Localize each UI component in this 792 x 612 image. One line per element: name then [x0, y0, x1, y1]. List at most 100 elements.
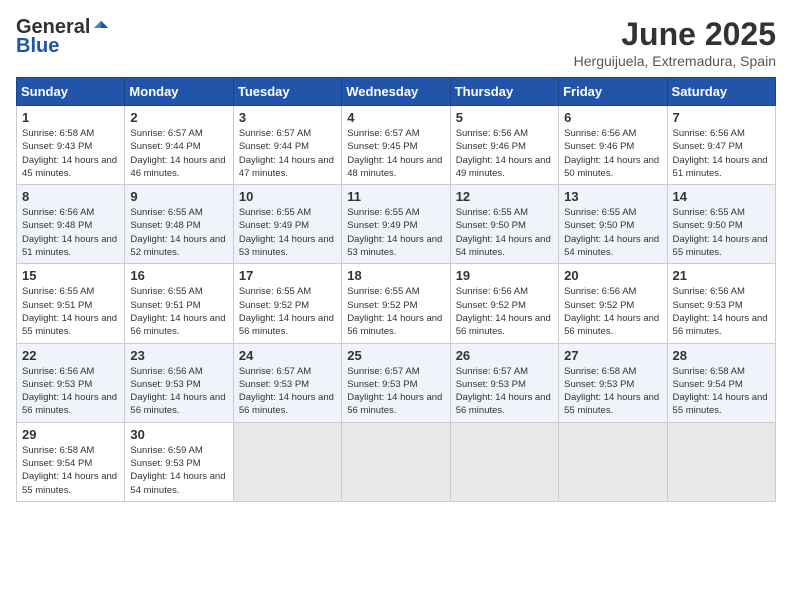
day-info: Sunrise: 6:57 AMSunset: 9:44 PMDaylight:…: [239, 127, 336, 180]
day-number: 15: [22, 268, 119, 283]
day-info: Sunrise: 6:56 AMSunset: 9:48 PMDaylight:…: [22, 206, 119, 259]
calendar-cell: 4 Sunrise: 6:57 AMSunset: 9:45 PMDayligh…: [342, 106, 450, 185]
calendar-cell: 15 Sunrise: 6:55 AMSunset: 9:51 PMDaylig…: [17, 264, 125, 343]
calendar-cell: [559, 422, 667, 501]
calendar-cell: 9 Sunrise: 6:55 AMSunset: 9:48 PMDayligh…: [125, 185, 233, 264]
day-info: Sunrise: 6:58 AMSunset: 9:43 PMDaylight:…: [22, 127, 119, 180]
day-number: 18: [347, 268, 444, 283]
calendar-day-header: Saturday: [667, 78, 775, 106]
day-number: 13: [564, 189, 661, 204]
day-info: Sunrise: 6:56 AMSunset: 9:52 PMDaylight:…: [564, 285, 661, 338]
calendar: SundayMondayTuesdayWednesdayThursdayFrid…: [16, 77, 776, 502]
day-number: 25: [347, 348, 444, 363]
day-number: 26: [456, 348, 553, 363]
calendar-week-row: 8 Sunrise: 6:56 AMSunset: 9:48 PMDayligh…: [17, 185, 776, 264]
day-info: Sunrise: 6:55 AMSunset: 9:50 PMDaylight:…: [564, 206, 661, 259]
day-number: 28: [673, 348, 770, 363]
day-info: Sunrise: 6:55 AMSunset: 9:50 PMDaylight:…: [456, 206, 553, 259]
calendar-cell: 25 Sunrise: 6:57 AMSunset: 9:53 PMDaylig…: [342, 343, 450, 422]
calendar-cell: 23 Sunrise: 6:56 AMSunset: 9:53 PMDaylig…: [125, 343, 233, 422]
day-number: 27: [564, 348, 661, 363]
calendar-cell: [450, 422, 558, 501]
day-number: 1: [22, 110, 119, 125]
day-number: 20: [564, 268, 661, 283]
day-info: Sunrise: 6:56 AMSunset: 9:46 PMDaylight:…: [564, 127, 661, 180]
day-number: 5: [456, 110, 553, 125]
page-header: General Blue June 2025 Herguijuela, Extr…: [16, 16, 776, 69]
calendar-cell: 12 Sunrise: 6:55 AMSunset: 9:50 PMDaylig…: [450, 185, 558, 264]
day-number: 22: [22, 348, 119, 363]
day-number: 7: [673, 110, 770, 125]
calendar-cell: 1 Sunrise: 6:58 AMSunset: 9:43 PMDayligh…: [17, 106, 125, 185]
calendar-cell: [667, 422, 775, 501]
calendar-cell: 10 Sunrise: 6:55 AMSunset: 9:49 PMDaylig…: [233, 185, 341, 264]
logo-blue: Blue: [16, 35, 59, 58]
calendar-cell: 20 Sunrise: 6:56 AMSunset: 9:52 PMDaylig…: [559, 264, 667, 343]
day-number: 10: [239, 189, 336, 204]
day-number: 3: [239, 110, 336, 125]
calendar-day-header: Tuesday: [233, 78, 341, 106]
calendar-cell: 2 Sunrise: 6:57 AMSunset: 9:44 PMDayligh…: [125, 106, 233, 185]
calendar-week-row: 29 Sunrise: 6:58 AMSunset: 9:54 PMDaylig…: [17, 422, 776, 501]
calendar-week-row: 15 Sunrise: 6:55 AMSunset: 9:51 PMDaylig…: [17, 264, 776, 343]
calendar-cell: 5 Sunrise: 6:56 AMSunset: 9:46 PMDayligh…: [450, 106, 558, 185]
day-info: Sunrise: 6:55 AMSunset: 9:49 PMDaylight:…: [347, 206, 444, 259]
calendar-cell: [342, 422, 450, 501]
day-info: Sunrise: 6:55 AMSunset: 9:48 PMDaylight:…: [130, 206, 227, 259]
day-number: 24: [239, 348, 336, 363]
day-number: 14: [673, 189, 770, 204]
calendar-cell: 6 Sunrise: 6:56 AMSunset: 9:46 PMDayligh…: [559, 106, 667, 185]
day-number: 6: [564, 110, 661, 125]
day-info: Sunrise: 6:55 AMSunset: 9:51 PMDaylight:…: [130, 285, 227, 338]
day-info: Sunrise: 6:55 AMSunset: 9:49 PMDaylight:…: [239, 206, 336, 259]
day-info: Sunrise: 6:58 AMSunset: 9:54 PMDaylight:…: [22, 444, 119, 497]
subtitle: Herguijuela, Extremadura, Spain: [574, 53, 776, 69]
day-info: Sunrise: 6:56 AMSunset: 9:53 PMDaylight:…: [130, 365, 227, 418]
calendar-cell: 28 Sunrise: 6:58 AMSunset: 9:54 PMDaylig…: [667, 343, 775, 422]
calendar-day-header: Wednesday: [342, 78, 450, 106]
calendar-cell: 3 Sunrise: 6:57 AMSunset: 9:44 PMDayligh…: [233, 106, 341, 185]
calendar-week-row: 22 Sunrise: 6:56 AMSunset: 9:53 PMDaylig…: [17, 343, 776, 422]
day-info: Sunrise: 6:57 AMSunset: 9:53 PMDaylight:…: [239, 365, 336, 418]
day-info: Sunrise: 6:55 AMSunset: 9:50 PMDaylight:…: [673, 206, 770, 259]
day-number: 12: [456, 189, 553, 204]
calendar-cell: 26 Sunrise: 6:57 AMSunset: 9:53 PMDaylig…: [450, 343, 558, 422]
day-number: 29: [22, 427, 119, 442]
calendar-day-header: Sunday: [17, 78, 125, 106]
day-number: 19: [456, 268, 553, 283]
day-info: Sunrise: 6:58 AMSunset: 9:54 PMDaylight:…: [673, 365, 770, 418]
calendar-cell: [233, 422, 341, 501]
day-info: Sunrise: 6:55 AMSunset: 9:52 PMDaylight:…: [239, 285, 336, 338]
calendar-cell: 30 Sunrise: 6:59 AMSunset: 9:53 PMDaylig…: [125, 422, 233, 501]
calendar-cell: 27 Sunrise: 6:58 AMSunset: 9:53 PMDaylig…: [559, 343, 667, 422]
calendar-cell: 13 Sunrise: 6:55 AMSunset: 9:50 PMDaylig…: [559, 185, 667, 264]
day-info: Sunrise: 6:56 AMSunset: 9:52 PMDaylight:…: [456, 285, 553, 338]
day-info: Sunrise: 6:59 AMSunset: 9:53 PMDaylight:…: [130, 444, 227, 497]
day-info: Sunrise: 6:55 AMSunset: 9:52 PMDaylight:…: [347, 285, 444, 338]
day-info: Sunrise: 6:56 AMSunset: 9:47 PMDaylight:…: [673, 127, 770, 180]
calendar-header-row: SundayMondayTuesdayWednesdayThursdayFrid…: [17, 78, 776, 106]
day-number: 11: [347, 189, 444, 204]
calendar-cell: 24 Sunrise: 6:57 AMSunset: 9:53 PMDaylig…: [233, 343, 341, 422]
day-info: Sunrise: 6:56 AMSunset: 9:46 PMDaylight:…: [456, 127, 553, 180]
calendar-cell: 8 Sunrise: 6:56 AMSunset: 9:48 PMDayligh…: [17, 185, 125, 264]
day-number: 23: [130, 348, 227, 363]
day-number: 2: [130, 110, 227, 125]
day-info: Sunrise: 6:57 AMSunset: 9:45 PMDaylight:…: [347, 127, 444, 180]
day-number: 17: [239, 268, 336, 283]
calendar-week-row: 1 Sunrise: 6:58 AMSunset: 9:43 PMDayligh…: [17, 106, 776, 185]
logo: General Blue: [16, 16, 110, 58]
day-number: 8: [22, 189, 119, 204]
calendar-cell: 16 Sunrise: 6:55 AMSunset: 9:51 PMDaylig…: [125, 264, 233, 343]
day-number: 4: [347, 110, 444, 125]
day-info: Sunrise: 6:56 AMSunset: 9:53 PMDaylight:…: [22, 365, 119, 418]
day-info: Sunrise: 6:55 AMSunset: 9:51 PMDaylight:…: [22, 285, 119, 338]
calendar-cell: 22 Sunrise: 6:56 AMSunset: 9:53 PMDaylig…: [17, 343, 125, 422]
calendar-cell: 11 Sunrise: 6:55 AMSunset: 9:49 PMDaylig…: [342, 185, 450, 264]
day-number: 16: [130, 268, 227, 283]
calendar-day-header: Monday: [125, 78, 233, 106]
day-info: Sunrise: 6:58 AMSunset: 9:53 PMDaylight:…: [564, 365, 661, 418]
day-number: 9: [130, 189, 227, 204]
day-info: Sunrise: 6:57 AMSunset: 9:53 PMDaylight:…: [456, 365, 553, 418]
calendar-cell: 18 Sunrise: 6:55 AMSunset: 9:52 PMDaylig…: [342, 264, 450, 343]
